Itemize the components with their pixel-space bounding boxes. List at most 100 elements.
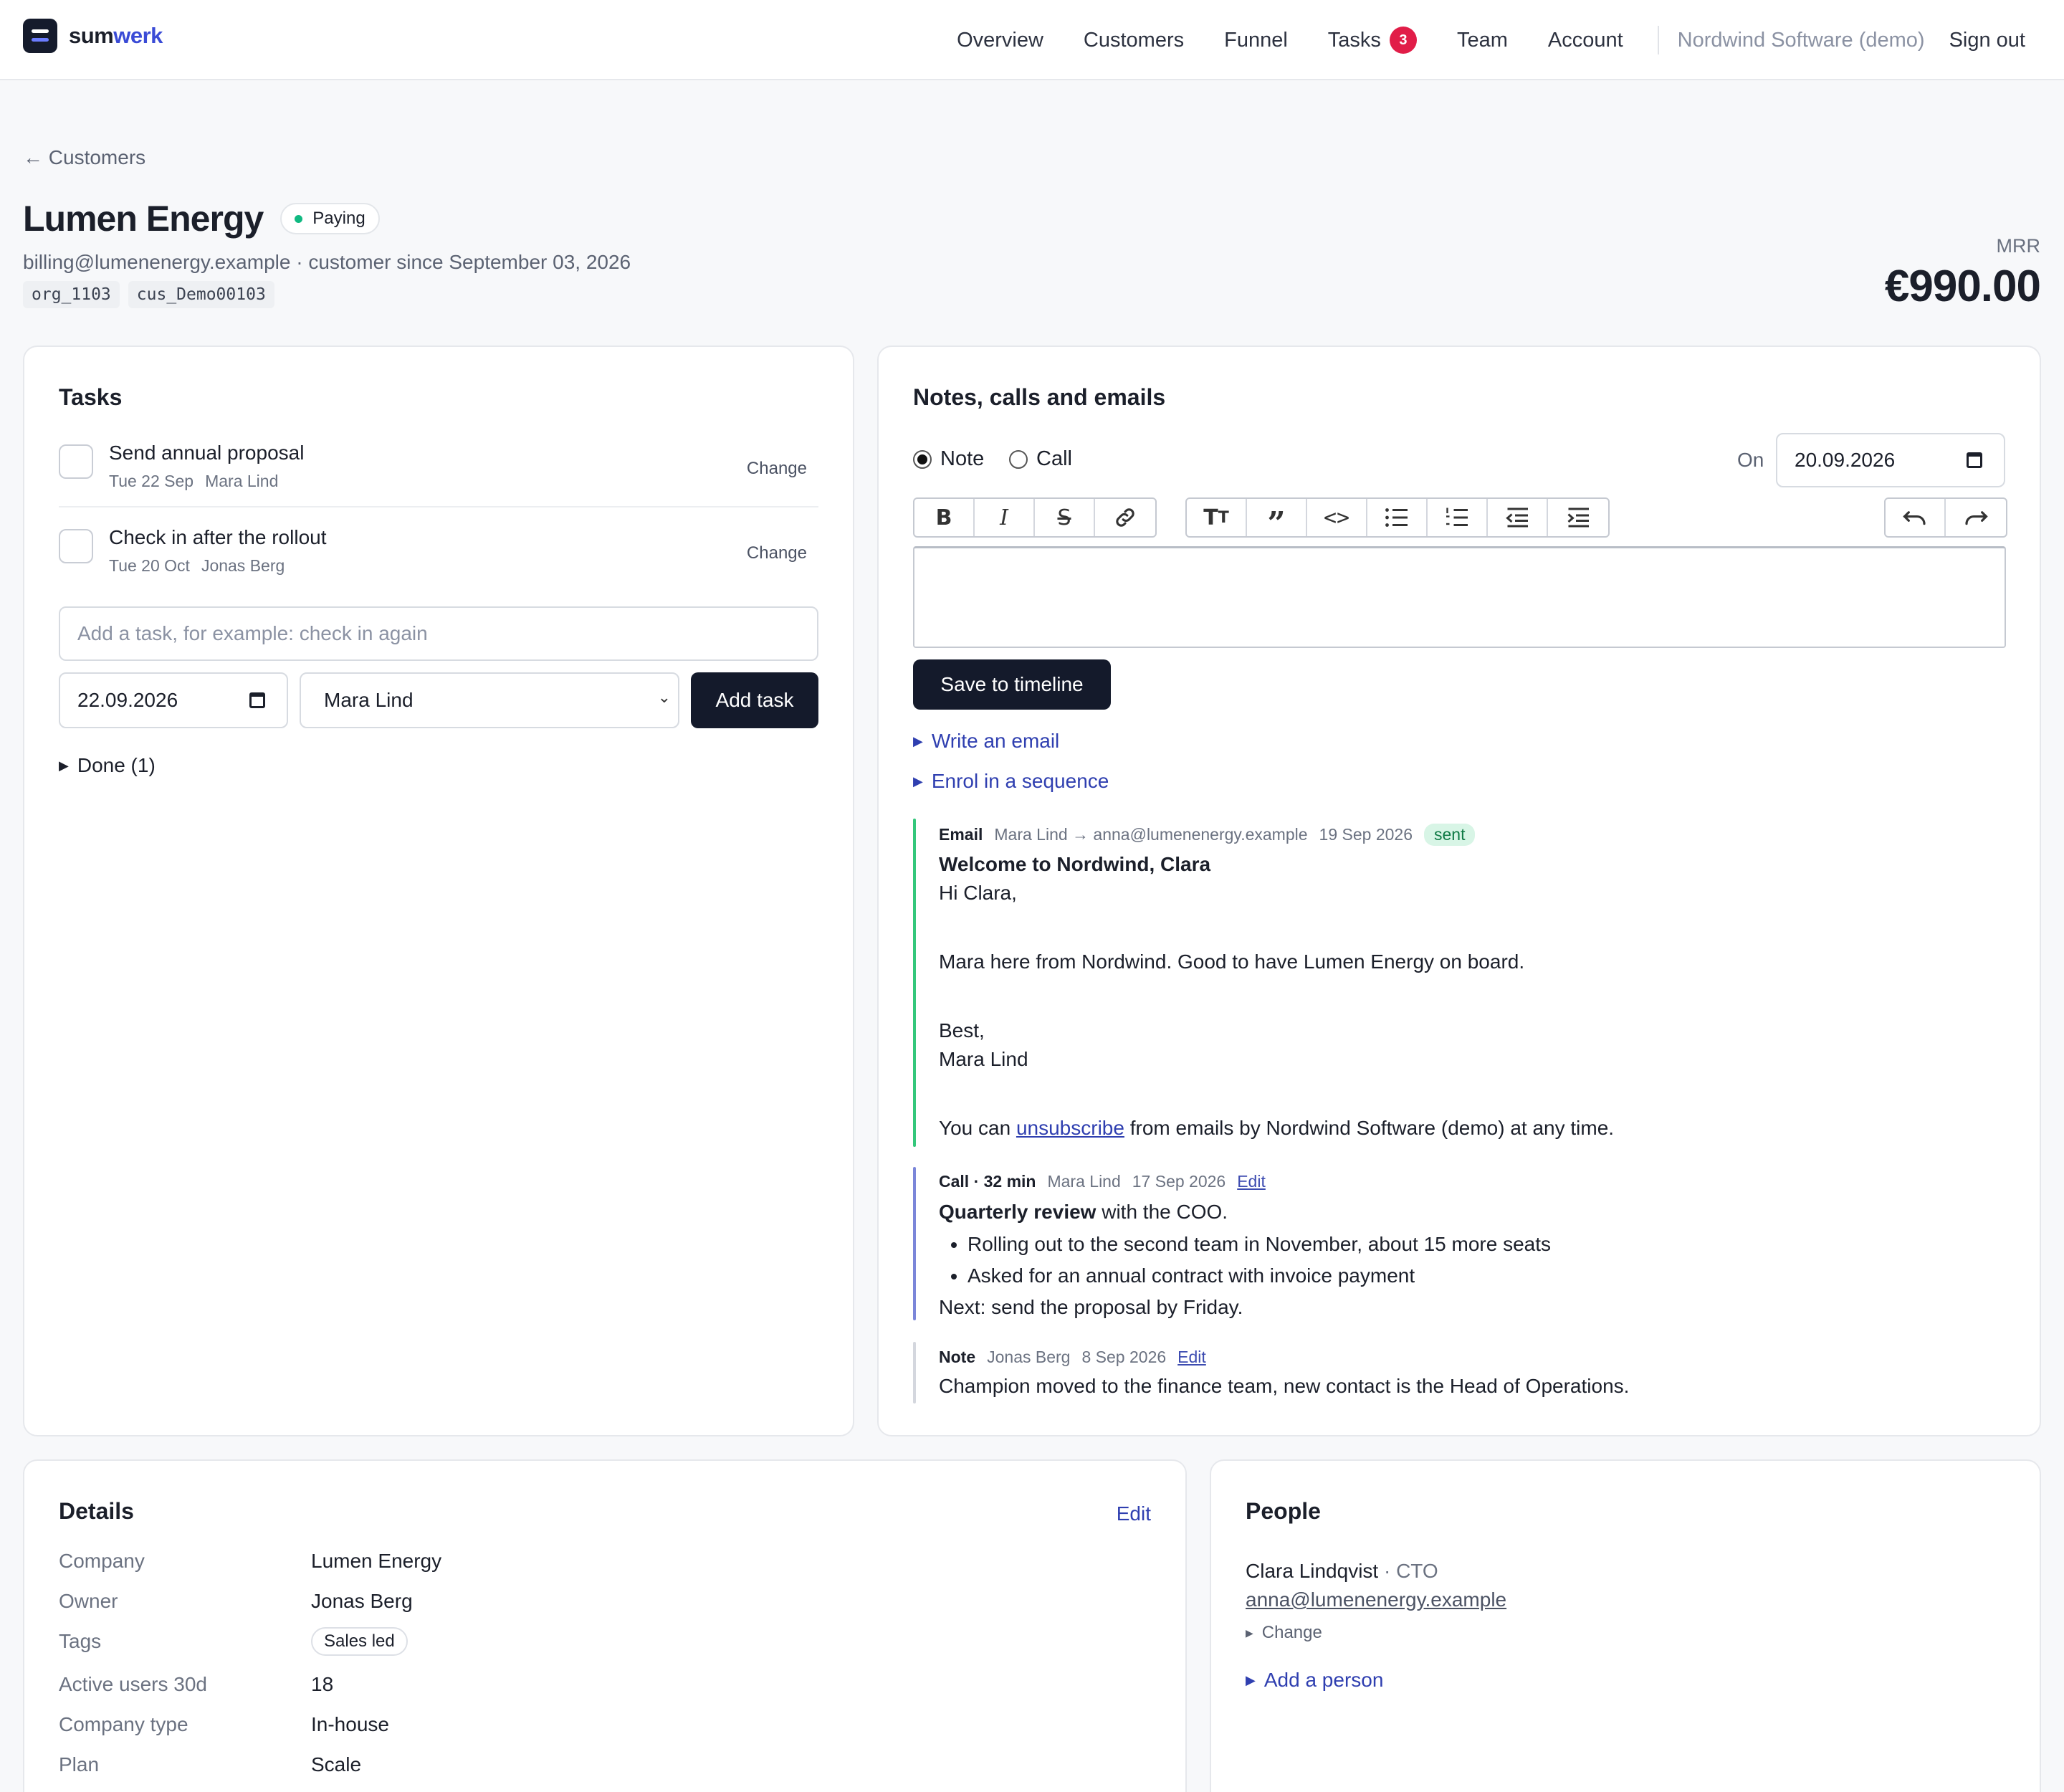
add-task-button[interactable]: Add task (691, 672, 818, 728)
entry-kind: Call · 32 min (939, 1171, 1036, 1191)
undo-icon[interactable] (1886, 499, 1946, 536)
bullet-list-icon[interactable] (1367, 499, 1428, 536)
task-assignee-select[interactable]: Mara Lind ⌄ (300, 672, 679, 728)
radio-note[interactable]: Note (913, 447, 984, 471)
detail-value: 18 (311, 1673, 334, 1695)
email-body: Mara here from Nordwind. Good to have Lu… (939, 950, 1525, 973)
nav-funnel[interactable]: Funnel (1224, 29, 1288, 52)
triangle-right-icon: ▶ (1246, 1626, 1253, 1639)
nav-divider (1657, 26, 1659, 54)
page-title: Lumen Energy (23, 199, 264, 239)
triangle-right-icon: ▶ (913, 733, 923, 748)
triangle-right-icon: ▶ (1246, 1672, 1256, 1687)
task-change-button[interactable]: Change (747, 459, 807, 479)
change-person-toggle[interactable]: ▶ Change (1246, 1623, 1322, 1643)
email-subject: Welcome to Nordwind, Clara (939, 853, 1211, 875)
bold-icon[interactable]: B (914, 499, 975, 536)
numbered-list-icon[interactable] (1428, 499, 1488, 536)
task-item: Check in after the rollout Tue 20 Oct Jon… (59, 522, 818, 591)
tag-chip: Sales led (311, 1627, 408, 1656)
heading-icon[interactable]: TT (1187, 499, 1247, 536)
mrr-value: €990.00 (1884, 262, 2041, 311)
email-signature: Mara Lind (939, 1048, 1028, 1070)
email-entry-bar (913, 819, 916, 1147)
task-date-value: 22.09.2026 (77, 689, 178, 711)
outdent-icon[interactable] (1488, 499, 1548, 536)
call-headline-rest: with the COO. (1096, 1201, 1228, 1223)
entry-kind: Note (939, 1347, 976, 1366)
list-item: Asked for an annual contract with invoic… (968, 1260, 2002, 1292)
person-name-line: Clara Lindqvist · CTO (1246, 1560, 1438, 1583)
task-checkbox[interactable] (59, 529, 93, 563)
note-meta: Note Jonas Berg 8 Sep 2026 Edit (939, 1342, 2002, 1372)
link-icon[interactable] (1095, 499, 1155, 536)
task-change-button[interactable]: Change (747, 543, 807, 563)
save-to-timeline-button[interactable]: Save to timeline (913, 659, 1111, 710)
people-card: People Clara Lindqvist · CTO anna@lumene… (1210, 1459, 2041, 1792)
strikethrough-icon[interactable]: S (1035, 499, 1095, 536)
write-email-toggle[interactable]: ▶ Write an email (913, 730, 1059, 753)
detail-value: In-house (311, 1713, 389, 1735)
sign-out-link[interactable]: Sign out (1949, 29, 2025, 52)
brand-logo[interactable]: sumwerk (23, 19, 163, 53)
detail-key: Tags (59, 1630, 102, 1652)
timeline-date-input[interactable]: 20.09.2026 (1776, 433, 2005, 487)
add-person-toggle[interactable]: ▶ Add a person (1246, 1669, 1383, 1692)
new-task-input[interactable]: Add a task, for example: check in again (59, 606, 818, 661)
person-role: · CTO (1378, 1560, 1438, 1582)
task-date: Tue 20 Oct (109, 556, 190, 575)
nav-overview[interactable]: Overview (957, 29, 1043, 52)
email-from-to: Mara Lind → anna@lumenenergy.example (994, 824, 1308, 844)
email-status-badge: sent (1424, 823, 1476, 846)
detail-value: Lumen Energy (311, 1550, 442, 1572)
unsubscribe-link[interactable]: unsubscribe (1016, 1117, 1124, 1139)
chevron-down-icon: ⌄ (657, 688, 671, 706)
mrr-label: MRR (1996, 235, 2041, 257)
done-tasks-toggle[interactable]: ▶ Done (1) (59, 754, 156, 777)
details-card: Details Edit Company Lumen Energy Owner Jo… (23, 1459, 1187, 1792)
calendar-icon[interactable] (249, 692, 265, 708)
change-person-label: Change (1261, 1623, 1322, 1642)
nav-team[interactable]: Team (1457, 29, 1508, 52)
task-date-input[interactable]: 22.09.2026 (59, 672, 288, 728)
detail-key: Company type (59, 1713, 188, 1735)
customer-id: cus_Demo00103 (128, 281, 274, 308)
customer-ids: org_1103 cus_Demo00103 (23, 281, 283, 308)
person-name: Clara Lindqvist (1246, 1560, 1379, 1582)
back-to-customers-link[interactable]: ← Customers (23, 146, 145, 169)
person-email-link[interactable]: anna@lumenenergy.example (1246, 1588, 1506, 1611)
quote-icon[interactable]: ” (1247, 499, 1307, 542)
enrol-sequence-toggle[interactable]: ▶ Enrol in a sequence (913, 770, 1109, 793)
edit-call-link[interactable]: Edit (1237, 1172, 1266, 1191)
indent-icon[interactable] (1548, 499, 1608, 536)
nav-account[interactable]: Account (1548, 29, 1623, 52)
org-name[interactable]: Nordwind Software (demo) (1678, 29, 1925, 52)
format-toolbar-block: TT ” <> (1185, 497, 1610, 542)
nav-customers[interactable]: Customers (1084, 29, 1184, 52)
task-owner: Mara Lind (205, 472, 279, 490)
task-owner: Jonas Berg (201, 556, 285, 575)
tasks-count-badge: 3 (1389, 27, 1417, 54)
entry-author: Jonas Berg (987, 1347, 1071, 1366)
redo-icon[interactable] (1946, 499, 2006, 536)
top-bar: sumwerk Overview Customers Funnel Tasks 3… (0, 0, 2064, 80)
enrol-label: Enrol in a sequence (931, 770, 1109, 792)
status-badge: Paying (280, 203, 380, 234)
edit-note-link[interactable]: Edit (1177, 1348, 1206, 1367)
call-headline: Quarterly review with the COO. (939, 1196, 2002, 1229)
code-icon[interactable]: <> (1307, 499, 1367, 536)
calendar-icon[interactable] (1967, 452, 1982, 468)
italic-icon[interactable]: I (975, 499, 1035, 536)
task-item: Send annual proposal Tue 22 Sep Mara Lind… (59, 437, 818, 506)
tasks-card: Tasks Send annual proposal Tue 22 Sep Mar… (23, 345, 854, 1436)
write-email-label: Write an email (931, 730, 1060, 752)
task-meta: Tue 22 Sep Mara Lind (109, 472, 278, 491)
radio-selected-icon (913, 449, 932, 469)
radio-call[interactable]: Call (1009, 447, 1072, 471)
note-editor[interactable] (913, 546, 2006, 648)
nav-tasks[interactable]: Tasks 3 (1328, 27, 1417, 54)
task-title: Send annual proposal (109, 442, 305, 464)
task-checkbox[interactable] (59, 444, 93, 479)
edit-details-link[interactable]: Edit (1117, 1502, 1151, 1525)
triangle-right-icon: ▶ (59, 758, 69, 773)
